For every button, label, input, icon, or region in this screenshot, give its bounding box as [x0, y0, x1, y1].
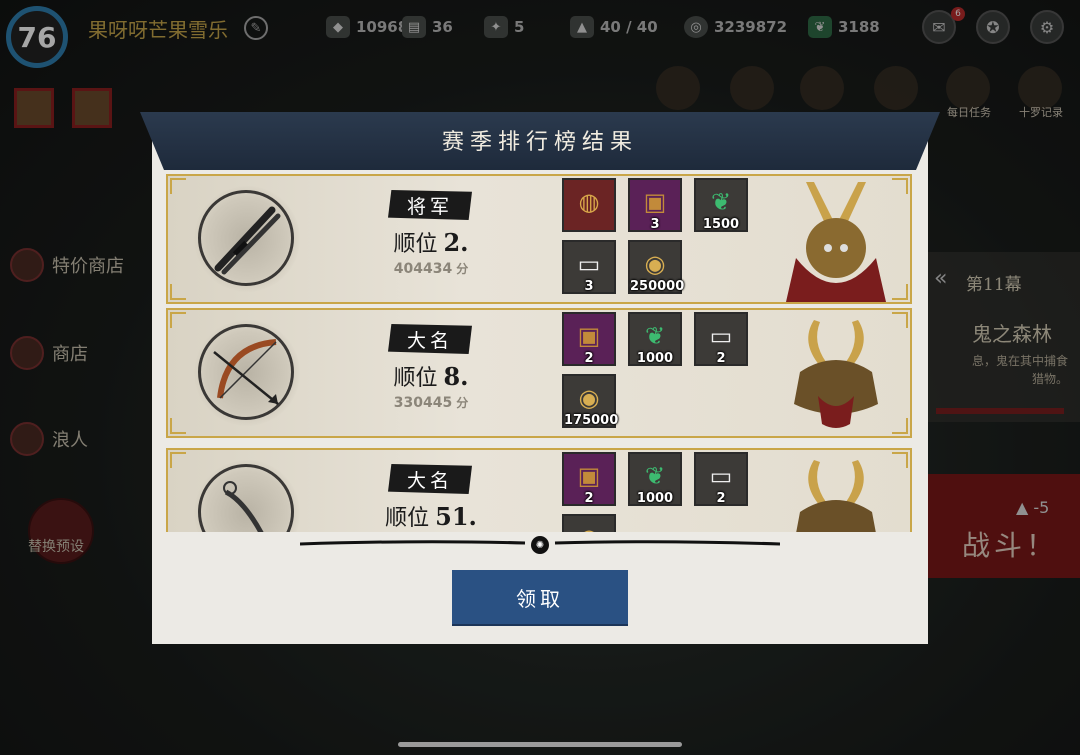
reward-coin[interactable]: ◉ — [562, 514, 616, 532]
divider-emblem-icon: ✺ — [531, 536, 549, 554]
rank-label: 顺位 — [393, 366, 438, 391]
score-unit: 分 — [456, 396, 469, 410]
rank-title-badge: 将军 — [388, 190, 472, 220]
ranking-row-1: 将军 顺位 2. 404434 分 ◍ ▣ 3 ❦ 1500 ▭ 3 ◉ 2500… — [166, 174, 912, 304]
chest-icon: ▣ — [577, 322, 601, 350]
reward-count: 2 — [584, 491, 594, 506]
score-value: 330445 — [393, 395, 453, 411]
claim-button[interactable]: 领取 — [452, 570, 628, 624]
reward-count: 175000 — [564, 413, 619, 428]
reward-count: 1500 — [702, 217, 740, 232]
reward-count: 1000 — [636, 491, 674, 506]
rank-label: 顺位 — [393, 232, 438, 257]
rank-title-badge: 大名 — [388, 464, 472, 494]
coin-icon: ◉ — [564, 524, 614, 532]
jade-icon: ❦ — [710, 188, 732, 216]
reward-count: 2 — [584, 351, 594, 366]
daimyo-helmet-icon — [794, 320, 878, 428]
corner-ornament — [170, 452, 186, 468]
scroll-icon: ▭ — [577, 250, 601, 278]
reward-jade[interactable]: ❦ 1000 — [628, 312, 682, 366]
daimyo-helmet-icon — [796, 460, 876, 532]
rank-label: 顺位 — [385, 506, 430, 531]
scroll-icon: ▭ — [709, 462, 733, 490]
score-value: 404434 — [393, 261, 453, 277]
home-indicator[interactable] — [398, 742, 682, 747]
scroll-icon: ▭ — [709, 322, 733, 350]
corner-ornament — [170, 312, 186, 328]
rank-number: 2. — [443, 228, 469, 257]
rank-position: 顺位 51. — [378, 500, 484, 532]
collar-icon: ◍ — [578, 188, 600, 216]
rank-score: 404434 分 — [378, 260, 484, 277]
katana-icon — [214, 206, 281, 275]
ranking-list[interactable]: 将军 顺位 2. 404434 分 ◍ ▣ 3 ❦ 1500 ▭ 3 ◉ 2500… — [166, 172, 914, 532]
kusarigama-icon — [223, 481, 264, 532]
ranking-row-3: 大名 顺位 51. ▣ 2 ❦ 1000 ▭ 2 ◉ — [166, 448, 912, 532]
jade-icon: ❦ — [644, 322, 666, 350]
rank-score: 330445 分 — [378, 394, 484, 411]
reward-scroll[interactable]: ▭ 2 — [694, 452, 748, 506]
reward-chest[interactable]: ▣ 2 — [562, 452, 616, 506]
rank-number: 51. — [435, 502, 477, 531]
reward-chest[interactable]: ▣ 3 — [628, 178, 682, 232]
chest-icon: ▣ — [577, 462, 601, 490]
reward-chest[interactable]: ▣ 2 — [562, 312, 616, 366]
reward-scroll[interactable]: ▭ 2 — [694, 312, 748, 366]
reward-jade[interactable]: ❦ 1500 — [694, 178, 748, 232]
modal-title: 赛季排行榜结果 — [441, 130, 638, 155]
reward-count: 1000 — [636, 351, 674, 366]
shogun-armor-icon — [786, 182, 886, 302]
rank-position: 顺位 2. — [378, 226, 484, 258]
chest-icon: ▣ — [643, 188, 667, 216]
corner-ornament — [170, 418, 186, 434]
coin-icon: ◉ — [644, 250, 666, 278]
corner-ornament — [170, 178, 186, 194]
coin-icon: ◉ — [578, 384, 600, 412]
reward-collar[interactable]: ◍ — [562, 178, 616, 232]
reward-count: 2 — [716, 491, 726, 506]
rank-position: 顺位 8. — [378, 360, 484, 392]
reward-count: 250000 — [630, 279, 685, 294]
jade-icon: ❦ — [644, 462, 666, 490]
corner-ornament — [170, 284, 186, 300]
reward-scroll[interactable]: ▭ 3 — [562, 240, 616, 294]
score-unit: 分 — [456, 262, 469, 276]
reward-jade[interactable]: ❦ 1000 — [628, 452, 682, 506]
reward-count: 2 — [716, 351, 726, 366]
reward-coin[interactable]: ◉ 250000 — [628, 240, 685, 294]
reward-count: 3 — [584, 279, 594, 294]
reward-coin[interactable]: ◉ 175000 — [562, 374, 619, 428]
bow-icon — [213, 339, 279, 405]
reward-count: 3 — [650, 217, 660, 232]
ranking-row-2: 大名 顺位 8. 330445 分 ▣ 2 ❦ 1000 ▭ 2 ◉ 175000 — [166, 308, 912, 438]
rank-title-badge: 大名 — [388, 324, 472, 354]
rank-number: 8. — [443, 362, 469, 391]
